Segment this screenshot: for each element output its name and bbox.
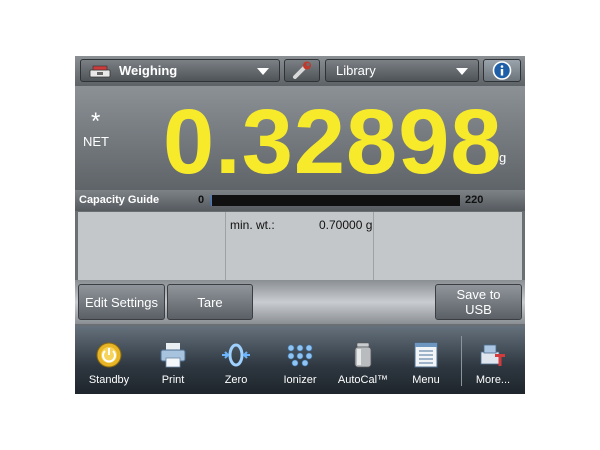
nav-autocal[interactable]: AutoCal™ — [333, 326, 393, 394]
capacity-min: 0 — [198, 194, 205, 206]
nav-print[interactable]: Print — [143, 326, 203, 394]
info-cell-right — [374, 212, 522, 280]
nav-label: Zero — [224, 374, 248, 386]
menu-icon — [414, 342, 438, 368]
nav-more[interactable]: More... — [463, 326, 523, 394]
capacity-max: 220 — [465, 194, 484, 206]
library-dropdown[interactable]: Library — [325, 59, 479, 82]
wrench-icon — [293, 61, 311, 79]
chevron-down-icon — [456, 68, 468, 75]
nav-label: Ionizer — [283, 374, 317, 386]
save-usb-label-line2: USB — [465, 302, 492, 317]
action-row: Edit Settings Tare Save to USB — [75, 280, 525, 324]
capacity-bar — [211, 195, 460, 206]
application-dropdown[interactable]: Weighing — [80, 59, 280, 82]
nav-standby[interactable]: Standby — [79, 326, 139, 394]
stable-indicator: * — [91, 108, 101, 135]
nav-label: Print — [161, 374, 185, 386]
nav-label: Standby — [88, 374, 130, 386]
capacity-guide: Capacity Guide 0 220 — [75, 190, 525, 211]
tools-button[interactable] — [284, 59, 320, 82]
capacity-guide-label: Capacity Guide — [79, 194, 160, 206]
more-icon — [480, 344, 505, 366]
nav-menu[interactable]: Menu — [396, 326, 456, 394]
edit-settings-button[interactable]: Edit Settings — [78, 284, 165, 320]
scale-icon — [89, 64, 111, 78]
info-cell-left — [78, 212, 226, 280]
weight-readout: 0.32898 — [163, 91, 503, 193]
info-icon — [492, 61, 512, 80]
info-button[interactable] — [483, 59, 521, 82]
nav-label: Menu — [412, 374, 440, 386]
weight-unit: g — [499, 150, 507, 165]
standby-icon — [96, 342, 122, 368]
autocal-weight-icon — [354, 342, 372, 368]
edit-settings-label: Edit Settings — [85, 294, 158, 310]
nav-divider — [461, 336, 462, 386]
save-usb-label-line1: Save to — [456, 287, 501, 302]
top-bar: Weighing Library — [75, 56, 525, 86]
info-panel: min. wt.: 0.70000 g — [78, 212, 522, 280]
library-label: Library — [336, 63, 376, 78]
net-indicator: NET — [83, 134, 109, 149]
chevron-down-icon — [257, 68, 269, 75]
printer-icon — [160, 343, 186, 368]
bottom-nav: Standby Print Zero Ionizer AutoCal™ Menu… — [75, 326, 525, 394]
min-weight-label: min. wt.: — [230, 218, 275, 232]
zero-icon — [222, 343, 250, 367]
nav-zero[interactable]: Zero — [206, 326, 266, 394]
min-weight-value: 0.70000 g — [319, 218, 373, 232]
ionizer-icon — [287, 344, 313, 367]
weight-display: * NET 0.32898 g — [75, 86, 525, 193]
balance-screen: Weighing Library * NET 0.32898 g Capacit… — [75, 56, 525, 394]
save-to-usb-button[interactable]: Save to USB — [435, 284, 522, 320]
nav-label: AutoCal™ — [337, 374, 389, 386]
tare-button[interactable]: Tare — [167, 284, 253, 320]
tare-label: Tare — [197, 294, 223, 310]
nav-label: More... — [475, 374, 511, 386]
nav-ionizer[interactable]: Ionizer — [270, 326, 330, 394]
application-label: Weighing — [119, 63, 178, 78]
